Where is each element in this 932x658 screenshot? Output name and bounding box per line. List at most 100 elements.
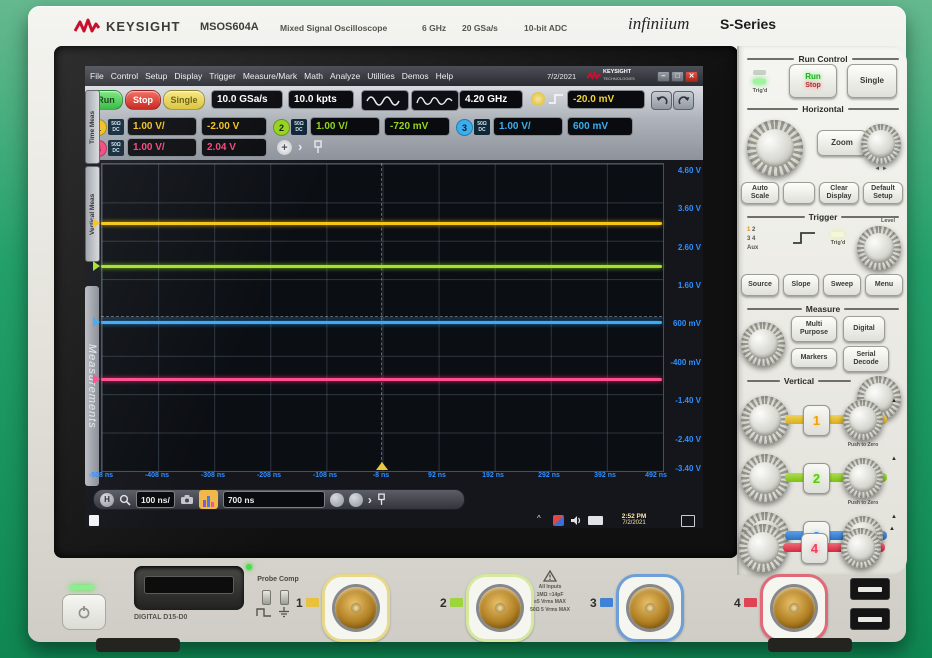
add-waveform-icon[interactable]: +: [277, 140, 292, 155]
channel-4-scale-readout[interactable]: 1.00 V/: [127, 138, 197, 157]
tray-expand-icon[interactable]: ^: [537, 514, 541, 523]
expand-arrow-icon[interactable]: ›: [368, 493, 372, 507]
ch1-scale-knob[interactable]: [741, 396, 789, 444]
pin-icon[interactable]: [313, 140, 323, 154]
ch2-scale-knob[interactable]: [741, 454, 789, 502]
channel-4-offset-readout[interactable]: 2.04 V: [201, 138, 267, 157]
channel-3-coupling-badge[interactable]: 50ΩDC: [474, 119, 490, 135]
trigger-sweep-key[interactable]: Sweep: [823, 274, 861, 296]
memory-depth-readout[interactable]: 10.0 kpts: [288, 90, 354, 109]
expand-chevron-icon[interactable]: ›: [298, 139, 302, 154]
undo-icon[interactable]: [651, 91, 672, 110]
menu-trigger[interactable]: Trigger: [209, 71, 236, 81]
keyboard-tray-icon[interactable]: [588, 516, 603, 525]
waveform-preview-1-icon[interactable]: [361, 90, 409, 111]
app-window-icon[interactable]: [89, 515, 99, 526]
trigger-time-marker-icon[interactable]: [376, 462, 388, 470]
channel-2-offset-readout[interactable]: -720 mV: [384, 117, 450, 136]
sample-rate-readout[interactable]: 10.0 GSa/s: [211, 90, 283, 109]
photos-tray-icon[interactable]: [553, 515, 564, 526]
usb-port-1[interactable]: [850, 578, 890, 600]
horizontal-scale-knob[interactable]: [747, 120, 803, 176]
markers-key[interactable]: Markers: [791, 348, 837, 368]
channel-1-scale-readout[interactable]: 1.00 V/: [127, 117, 197, 136]
trigger-source-icon[interactable]: [531, 92, 545, 106]
camera-icon[interactable]: [180, 494, 194, 505]
menu-measure-mark[interactable]: Measure/Mark: [243, 71, 297, 81]
show-desktop-icon[interactable]: [681, 515, 695, 527]
menu-help[interactable]: Help: [436, 71, 453, 81]
pin-bar-icon[interactable]: [377, 493, 386, 506]
clear-display-key[interactable]: Clear Display: [819, 182, 859, 204]
measurements-sidebar[interactable]: Measurements: [85, 286, 99, 486]
ch1-key[interactable]: 1: [803, 405, 830, 436]
taskbar-clock[interactable]: 2:52 PM 7/2/2021: [611, 513, 657, 527]
stop-button[interactable]: Stop: [125, 90, 161, 110]
serial-decode-key[interactable]: Serial Decode: [843, 346, 889, 372]
horizontal-position-knob[interactable]: [861, 124, 901, 164]
probe-comp-terminal-2[interactable]: [280, 590, 289, 605]
channel-2-indicator[interactable]: 2: [273, 119, 290, 136]
power-button[interactable]: [62, 594, 106, 630]
speaker-icon[interactable]: [570, 515, 582, 526]
autoscale-key[interactable]: Auto Scale: [741, 182, 779, 204]
menu-file[interactable]: File: [90, 71, 104, 81]
channel-1-offset-readout[interactable]: -2.00 V: [201, 117, 267, 136]
horizontal-badge[interactable]: H: [100, 493, 114, 507]
menu-display[interactable]: Display: [174, 71, 202, 81]
trigger-edge-icon[interactable]: [548, 93, 564, 105]
menu-math[interactable]: Math: [304, 71, 323, 81]
status-icon-2[interactable]: [349, 493, 363, 507]
channel-3-offset-readout[interactable]: 600 mV: [567, 117, 633, 136]
usb-port-2[interactable]: [850, 608, 890, 630]
restore-button[interactable]: □: [671, 71, 684, 82]
channel-1-coupling-badge[interactable]: 50ΩDC: [108, 119, 124, 135]
single-button[interactable]: Single: [163, 90, 205, 110]
bnc-input-4[interactable]: [760, 574, 828, 642]
bnc-input-1[interactable]: [322, 574, 390, 642]
channel-2-scale-readout[interactable]: 1.00 V/: [310, 117, 380, 136]
menu-analyze[interactable]: Analyze: [330, 71, 360, 81]
ch1-offset-knob[interactable]: [843, 400, 883, 440]
single-key[interactable]: Single: [847, 64, 897, 98]
menu-setup[interactable]: Setup: [145, 71, 167, 81]
redo-icon[interactable]: [673, 91, 694, 110]
menu-control[interactable]: Control: [111, 71, 138, 81]
bnc-input-3[interactable]: [616, 574, 684, 642]
menu-demos[interactable]: Demos: [402, 71, 429, 81]
multipurpose-knob[interactable]: [741, 322, 785, 366]
hscale-readout[interactable]: 100 ns/: [136, 491, 175, 508]
blank-key[interactable]: [783, 182, 815, 204]
channel-4-coupling-badge[interactable]: 50ΩDC: [108, 140, 124, 156]
multi-purpose-key[interactable]: Multi Purpose: [791, 316, 837, 342]
channel-3-scale-readout[interactable]: 1.00 V/: [493, 117, 563, 136]
menu-utilities[interactable]: Utilities: [367, 71, 394, 81]
waveform-preview-2-icon[interactable]: [411, 90, 459, 111]
run-stop-key[interactable]: Run Stop: [789, 64, 837, 98]
waveform-graticule[interactable]: [101, 163, 664, 472]
trigger-slope-key[interactable]: Slope: [783, 274, 819, 296]
channel-3-indicator[interactable]: 3: [456, 119, 473, 136]
default-setup-key[interactable]: Default Setup: [863, 182, 903, 204]
close-button[interactable]: ✕: [685, 71, 698, 82]
ch4-offset-knob[interactable]: [841, 528, 881, 568]
digital-key[interactable]: Digital: [843, 316, 885, 342]
ch4-scale-knob[interactable]: [739, 524, 787, 572]
probe-comp-terminal-1[interactable]: [262, 590, 271, 605]
channel-2-coupling-badge[interactable]: 50ΩDC: [291, 119, 307, 135]
hposition-readout[interactable]: 700 ns: [223, 491, 325, 508]
tab-time-meas[interactable]: Time Meas: [85, 90, 100, 164]
bandwidth-readout[interactable]: 4.20 GHz: [459, 90, 523, 109]
trigger-source-key[interactable]: Source: [741, 274, 779, 296]
ch4-key[interactable]: 4: [801, 533, 828, 564]
digital-probe-connector[interactable]: [134, 566, 244, 610]
status-icon-1[interactable]: [330, 493, 344, 507]
ch2-offset-knob[interactable]: [843, 458, 883, 498]
minimize-button[interactable]: –: [657, 71, 670, 82]
search-icon[interactable]: [119, 494, 131, 506]
tab-vertical-meas[interactable]: Vertical Meas: [85, 166, 100, 262]
trigger-level-readout[interactable]: -20.0 mV: [567, 90, 645, 109]
ch2-key[interactable]: 2: [803, 463, 830, 494]
trigger-level-knob[interactable]: [857, 226, 901, 270]
trigger-menu-key[interactable]: Menu: [865, 274, 903, 296]
